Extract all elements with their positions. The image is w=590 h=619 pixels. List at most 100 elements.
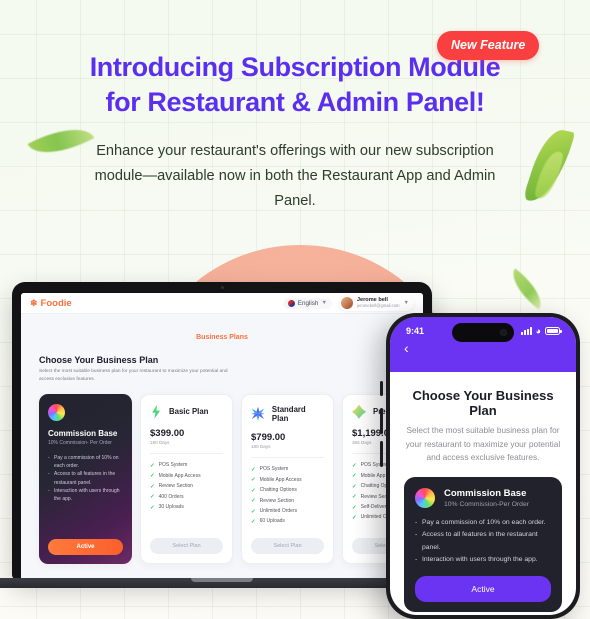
plan-feature-label: Mobile App Access [259,476,302,483]
laptop-camera-icon [220,286,224,289]
laptop-lid: ❄ Foodie English ▼ Jerome bell jeromebel… [12,282,432,579]
phone-mockup: 9:41 ◕ ‹ Choose Your Business Plan Selec… [380,313,580,619]
phone-plan-header: Commission Base 10% Commission-Per Order [415,488,551,509]
laptop-screen: ❄ Foodie English ▼ Jerome bell jeromebel… [21,293,423,579]
star-burst-icon [251,406,265,421]
plan-feature: ✓ Unlimited Orders [251,507,324,517]
laptop-mockup: ❄ Foodie English ▼ Jerome bell jeromebel… [0,282,456,588]
user-menu[interactable]: Jerome bell jeromebell@gmail.com ▼ [338,295,414,311]
plan-feature-label: 400 Orders [158,493,184,500]
admin-topbar: ❄ Foodie English ▼ Jerome bell jeromebel… [21,293,423,314]
select-plan-button[interactable]: Select Plan [251,537,324,554]
check-icon: ✓ [150,483,155,490]
plan-feature: ✓ POS System [150,461,223,471]
plan-feature-label: POS System [360,462,390,469]
check-icon: ✓ [251,477,256,484]
plan-card-commission[interactable]: Commission Base 10% Commission- Per Orde… [39,393,132,564]
language-selector[interactable]: English ▼ [282,297,332,309]
bolt-icon [152,404,161,419]
divider [150,452,223,454]
plan-sub: 10% Commission-Per Order [444,501,529,509]
section-heading: Choose Your Business Plan [39,355,159,365]
select-plan-button[interactable]: Select Plan [150,537,223,554]
plan-feature: ✓ Review Section [150,482,223,492]
check-icon: ✓ [352,504,357,511]
plan-card-header: Standard Plan [251,405,324,423]
divider [251,456,324,458]
check-icon: ✓ [150,473,155,480]
plan-feature-label: Self-Delivery [360,504,389,510]
phone-active-button[interactable]: Active [415,576,551,602]
breadcrumb: Business Plans [196,334,248,341]
phone-volume-up-button [380,408,383,434]
active-button[interactable]: Active [48,538,123,555]
check-icon: ✓ [251,487,256,494]
admin-content: Choose Your Business Plan Select the mos… [21,341,423,564]
section-subheading: Select the most suitable business plan f… [39,369,228,383]
plan-feature-label: Review Section [158,483,194,490]
phone-volume-down-button [380,441,383,467]
plan-feature: Interaction with users through the app. [415,554,551,566]
plan-feature: ✓ Mobile App Access [251,475,324,485]
plan-feature: ✓ POS System [251,465,324,475]
plan-feature: ✓ Mobile App Access [150,471,223,481]
plan-features: Pay a commission of 10% on each order. A… [48,454,123,504]
cellular-bars-icon [520,327,532,335]
flower-logo-icon: ❄ [30,297,38,308]
plan-feature: Interaction with users through the app. [48,487,123,504]
plan-duration: 180 Days [251,443,271,449]
app-subheading: Select the most suitable business plan f… [405,425,561,463]
app-content: Choose Your Business Plan Select the mos… [390,372,576,615]
user-email: jeromebell@gmail.com [356,302,400,308]
plan-feature-label: Mobile App Access [158,472,201,479]
plan-card-basic[interactable]: Basic Plan $399.00 180 Days ✓ POS System … [140,393,233,564]
app-header: 9:41 ◕ ‹ [390,317,576,372]
plan-feature: ✓ Chatting Options [251,486,324,496]
page-title-line-1: Introducing Subscription Module [89,52,501,82]
plan-price: $799.00 [251,431,286,443]
plan-name: Standard Plan [271,404,306,423]
plan-name: Commission Base [48,428,118,438]
plan-feature-label: 60 Uploads [259,518,285,525]
language-label: English [297,299,319,307]
plan-feature-label: 30 Uploads [158,504,184,510]
plan-feature: Pay a commission of 10% on each order. [415,517,551,529]
topbar-right-group: English ▼ Jerome bell jeromebell@gmail.c… [282,295,414,311]
check-icon: ✓ [251,508,256,515]
page-title-line-2: for Restaurant & Admin Panel! [105,86,485,117]
plan-feature: ✓ 30 Uploads [150,503,223,513]
plan-feature-label: POS System [158,462,188,469]
check-icon: ✓ [352,483,357,490]
plan-feature: Access to all features in the restaurant… [48,470,123,487]
brand-logo[interactable]: ❄ Foodie [30,298,72,309]
laptop-base-notch [191,578,253,582]
chevron-down-icon: ▼ [403,300,409,306]
plan-duration: 180 Days [150,439,170,445]
plan-features: ✓ POS System ✓ Mobile App Access ✓ Review S… [150,461,223,513]
rainbow-sphere-icon [415,488,435,509]
phone-mute-button [380,381,383,396]
plan-feature-label: Review Section [259,497,295,504]
phone-plan-features: Pay a commission of 10% on each order. A… [415,517,551,566]
check-icon: ✓ [150,494,155,501]
avatar [340,297,353,309]
user-info: Jerome bell jeromebell@gmail.com [357,297,400,308]
plan-feature-label: POS System [259,466,289,473]
plan-feature: ✓ 60 Uploads [251,517,324,527]
check-icon: ✓ [352,473,357,480]
wifi-icon: ◕ [535,325,541,336]
check-icon: ✓ [352,462,357,469]
check-icon: ✓ [251,518,256,525]
app-heading: Choose Your Business Plan [412,388,554,418]
status-icons: ◕ [520,325,562,336]
phone-dynamic-island [452,323,514,342]
flag-icon [287,299,295,307]
plan-features: ✓ POS System ✓ Mobile App Access ✓ Chatting… [251,465,324,528]
plan-card-standard[interactable]: Standard Plan $799.00 180 Days ✓ POS Syst… [241,393,334,564]
plan-feature: Pay a commission of 10% on each order. [48,454,123,471]
phone-plan-text: Commission Base 10% Commission-Per Order [444,488,529,508]
check-icon: ✓ [150,462,155,469]
rainbow-sphere-icon [48,403,65,421]
plan-feature: ✓ Review Section [251,496,324,506]
phone-plan-card-commission[interactable]: Commission Base 10% Commission-Per Order… [404,477,562,612]
